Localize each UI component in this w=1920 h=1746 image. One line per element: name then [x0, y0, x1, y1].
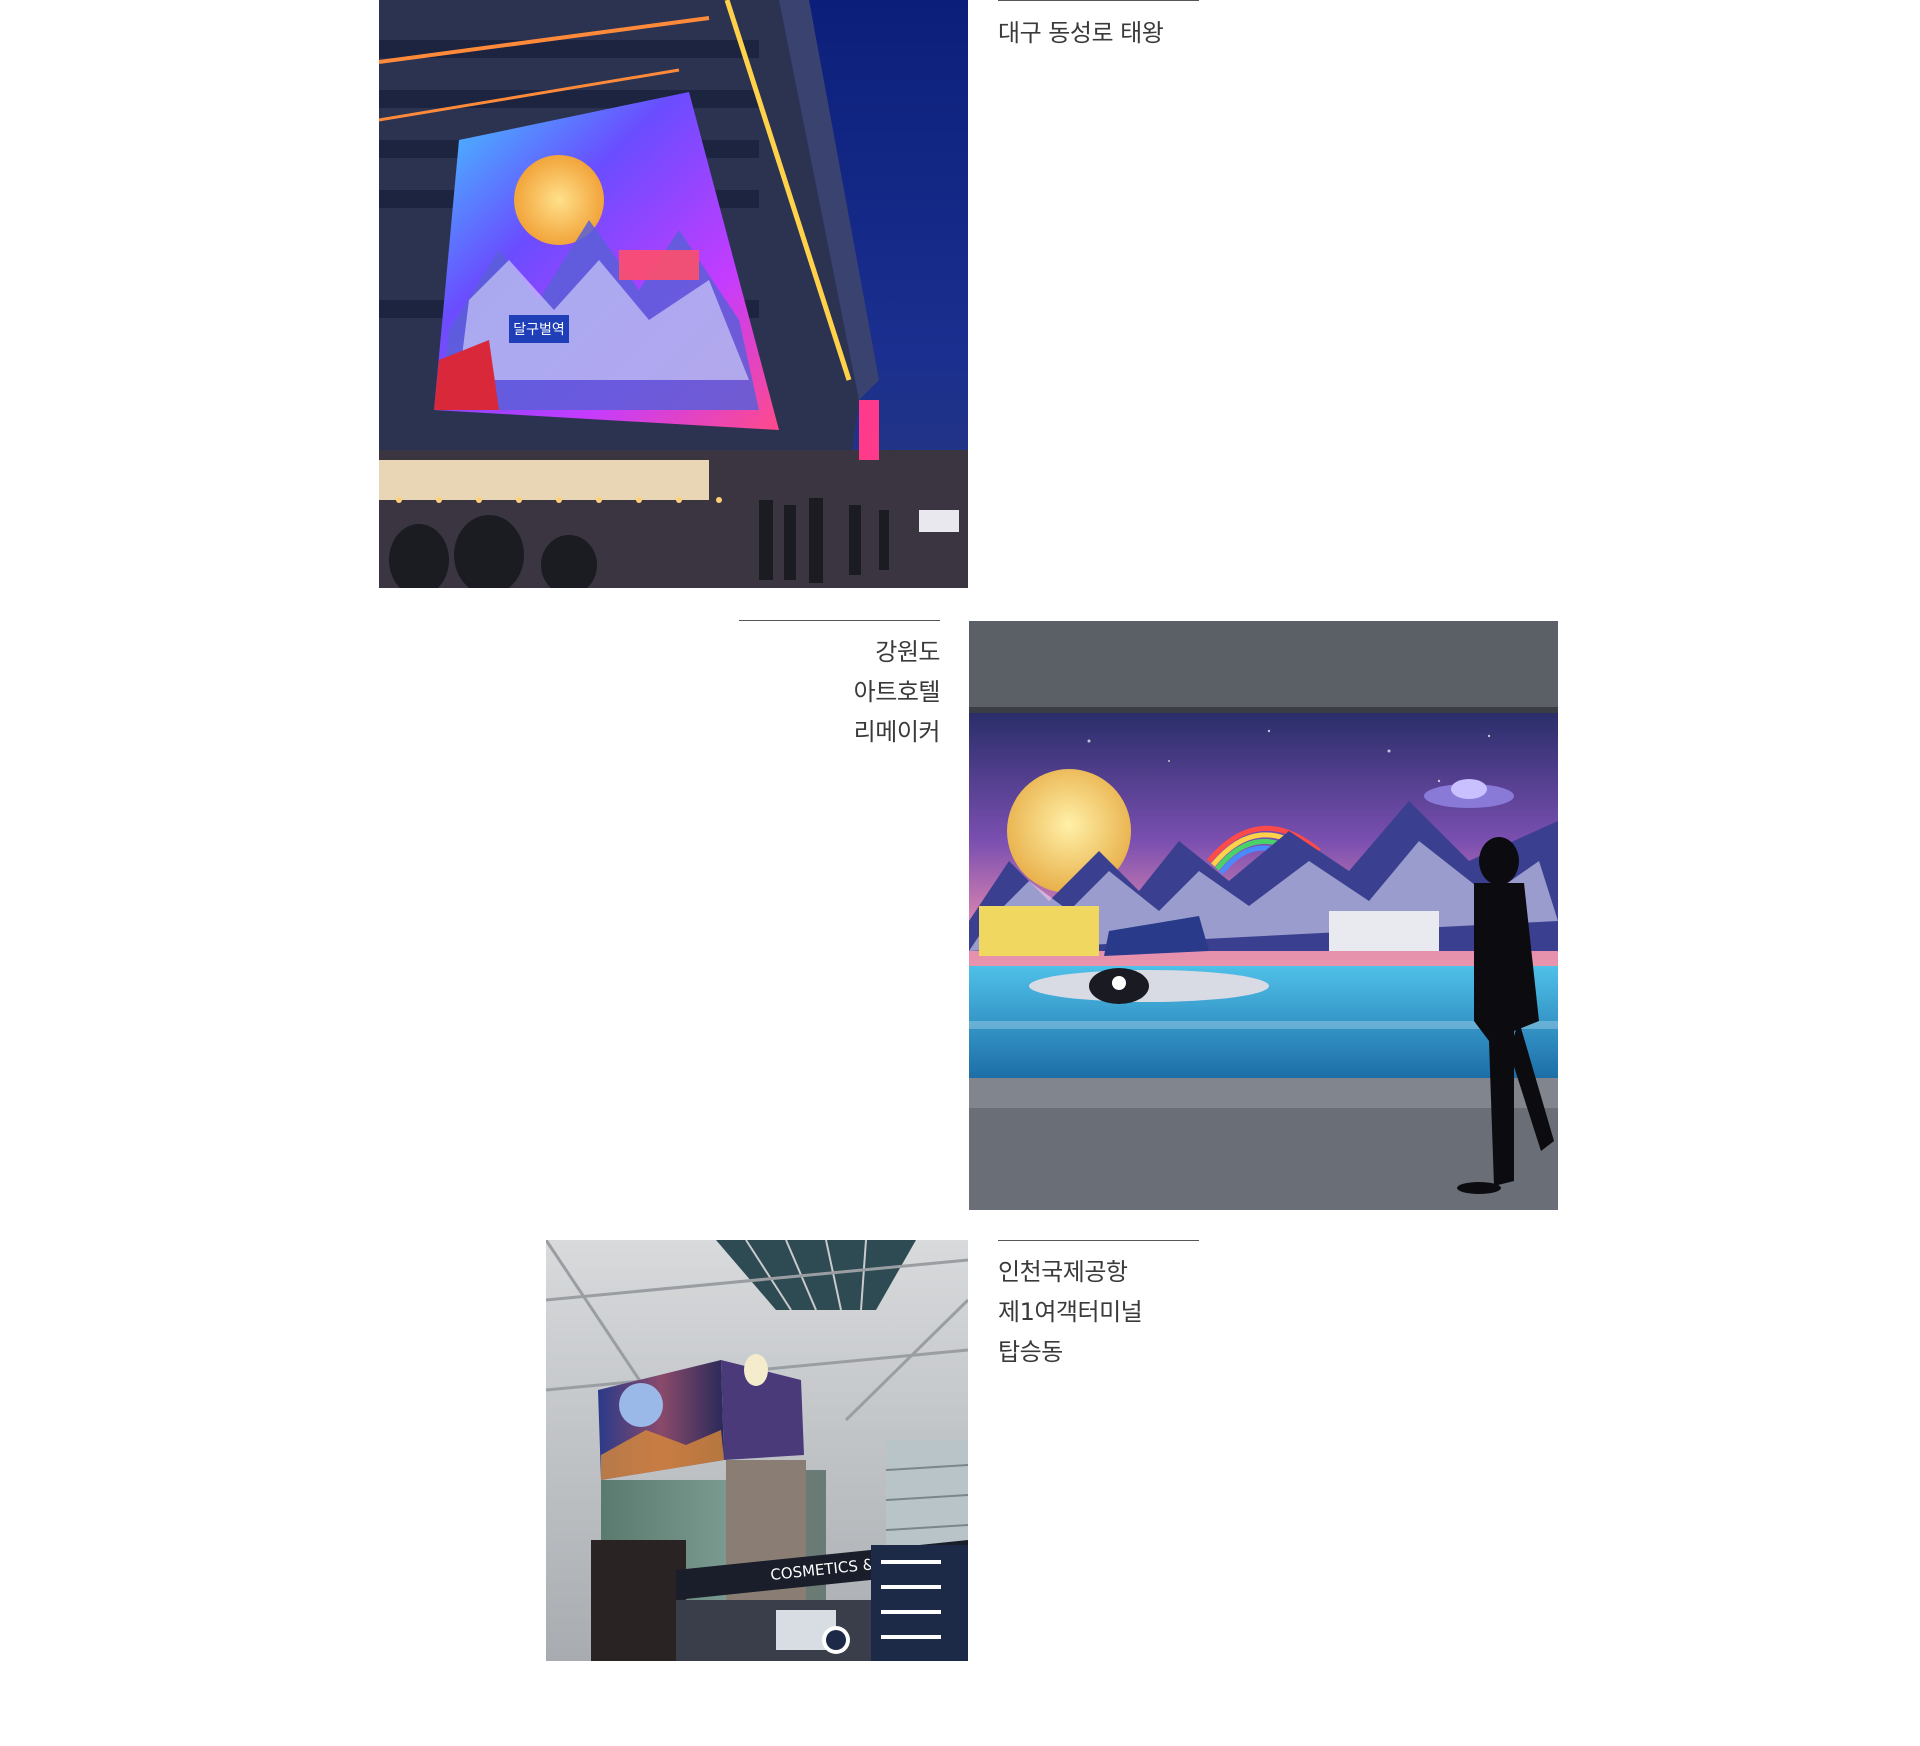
caption-line: 리메이커 [853, 718, 941, 746]
incheon-airport-photo: COSMETICS & PERFUMES [546, 1240, 968, 1661]
caption-daegu: 대구 동성로 태왕 [998, 13, 1164, 53]
caption-rule [998, 0, 1199, 1]
caption-incheon: 인천국제공항 제1여객터미널 탑승동 [998, 1252, 1143, 1372]
caption-line: 탑승동 [998, 1338, 1063, 1366]
caption-line: 제1여객터미널 [998, 1298, 1143, 1326]
caption-line: 대구 동성로 태왕 [998, 19, 1164, 47]
station-sign-text: 달구벌역 [513, 322, 565, 338]
daegu-dongseongro-photo: 달구벌역 [379, 0, 968, 588]
gangwon-art-hotel-photo [969, 621, 1558, 1210]
caption-gangwon: 강원도 아트호텔 리메이커 [740, 632, 941, 752]
caption-line: 아트호텔 [853, 678, 941, 706]
caption-rule [998, 1240, 1199, 1241]
caption-rule [739, 620, 940, 621]
caption-line: 인천국제공항 [998, 1258, 1128, 1286]
caption-line: 강원도 [875, 638, 940, 666]
